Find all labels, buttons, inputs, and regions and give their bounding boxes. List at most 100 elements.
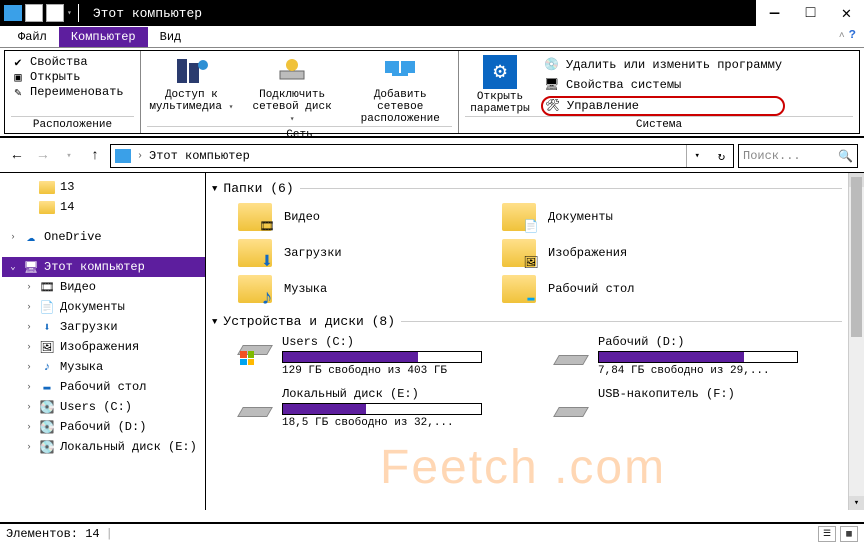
pc-icon: 🖥 (23, 259, 39, 275)
scroll-down-button[interactable]: ▾ (849, 496, 864, 510)
uninstall-program-button[interactable]: 💿 Удалить или изменить программу (541, 56, 785, 74)
desktop-icon: ▬ (522, 289, 540, 307)
tree-label: Этот компьютер (44, 260, 145, 274)
tab-computer[interactable]: Компьютер (59, 27, 148, 47)
properties-icon: ✔ (11, 55, 25, 69)
uninstall-icon: 💿 (544, 57, 560, 73)
drive-info: 7,84 ГБ свободно из 29,... (598, 365, 798, 377)
qat-button-2[interactable] (46, 4, 64, 22)
refresh-icon[interactable]: ↻ (714, 149, 729, 164)
add-network-location-button[interactable]: Добавить сетевое расположение (348, 55, 452, 126)
open-button[interactable]: ▣ Открыть (11, 70, 134, 84)
tree-item-drive-e[interactable]: ›💽Локальный диск (E:) (2, 437, 205, 457)
tree-item-thispc[interactable]: ⌄🖥Этот компьютер (2, 257, 205, 277)
tree-item-drive-c[interactable]: ›💽Users (C:) (2, 397, 205, 417)
status-items: Элементов: 14 (6, 527, 100, 541)
nav-forward-button[interactable]: → (32, 145, 54, 167)
tree-item-music[interactable]: ›♪Музыка (2, 357, 205, 377)
close-button[interactable]: ✕ (828, 0, 864, 26)
drive-icon (238, 387, 272, 417)
nav-tree: 13 14 ›☁OneDrive ⌄🖥Этот компьютер ›🎞Виде… (0, 173, 206, 510)
nav-up-button[interactable]: ↑ (84, 145, 106, 167)
system-properties-button[interactable]: 🖥 Свойства системы (541, 76, 785, 94)
tree-label: 14 (60, 200, 74, 214)
documents-icon: 📄 (39, 299, 55, 315)
view-icons-button[interactable]: ▦ (840, 526, 858, 542)
pc-icon (115, 149, 131, 163)
tree-label: OneDrive (44, 230, 102, 244)
tree-item-documents[interactable]: ›📄Документы (2, 297, 205, 317)
drive-icon (554, 335, 588, 365)
folder-music[interactable]: ♪Музыка (238, 274, 478, 304)
downloads-icon: ⬇ (39, 319, 55, 335)
tree-item-pictures[interactable]: ›🖼Изображения (2, 337, 205, 357)
rename-label: Переименовать (30, 85, 124, 99)
open-settings-label: Открыть параметры (465, 91, 535, 115)
minimize-button[interactable]: — (756, 0, 792, 26)
address-bar[interactable]: › Этот компьютер ▾ ↻ (110, 144, 734, 168)
manage-button[interactable]: 🛠 Управление (541, 96, 785, 116)
drive-d[interactable]: Рабочий (D:) 7,84 ГБ свободно из 29,... (554, 335, 844, 377)
folders-section-header[interactable]: ▼ Папки (6) (212, 181, 860, 196)
folder-label: Изображения (548, 246, 627, 260)
videos-icon: 🎞 (39, 279, 55, 295)
drive-e[interactable]: Локальный диск (E:) 18,5 ГБ свободно из … (238, 387, 528, 429)
rename-button[interactable]: ✎ Переименовать (11, 85, 134, 99)
folder-documents[interactable]: 📄Документы (502, 202, 742, 232)
multimedia-access-button[interactable]: Доступ к мультимедиа ▾ (147, 55, 236, 126)
tree-item-desktop[interactable]: ›▬Рабочий стол (2, 377, 205, 397)
tree-item-onedrive[interactable]: ›☁OneDrive (2, 227, 205, 247)
tree-item-13[interactable]: 13 (2, 177, 205, 197)
maximize-button[interactable]: □ (792, 0, 828, 26)
drive-icon: 💽 (39, 419, 55, 435)
gear-icon: ⚙ (483, 55, 517, 89)
tree-item-drive-d[interactable]: ›💽Рабочий (D:) (2, 417, 205, 437)
ribbon-help[interactable]: ˄? (839, 28, 856, 42)
map-drive-button[interactable]: Подключить сетевой диск ▾ (248, 55, 337, 126)
manage-label: Управление (567, 99, 639, 113)
drive-icon: 💽 (39, 439, 55, 455)
qat-button-1[interactable] (25, 4, 43, 22)
nav-recent-button[interactable]: ▾ (58, 145, 80, 167)
tree-label: 13 (60, 180, 74, 194)
usb-drive-icon (554, 387, 588, 417)
search-icon: 🔍 (838, 149, 853, 164)
desktop-icon: ▬ (39, 379, 55, 395)
ribbon-group-location: ✔ Свойства ▣ Открыть ✎ Переименовать Рас… (5, 51, 141, 133)
folder-desktop[interactable]: ▬Рабочий стол (502, 274, 742, 304)
properties-button[interactable]: ✔ Свойства (11, 55, 134, 69)
tab-view[interactable]: Вид (148, 27, 194, 47)
os-drive-icon (238, 335, 272, 365)
scroll-thumb[interactable] (851, 177, 862, 337)
map-drive-icon (274, 55, 310, 87)
tab-file[interactable]: Файл (6, 27, 59, 47)
open-settings-button[interactable]: ⚙ Открыть параметры (465, 55, 535, 116)
open-label: Открыть (30, 70, 80, 84)
tree-item-14[interactable]: 14 (2, 197, 205, 217)
scrollbar[interactable]: ▴ ▾ (848, 173, 864, 510)
drives-section-header[interactable]: ▼ Устройства и диски (8) (212, 314, 860, 329)
app-icon (4, 5, 22, 21)
drive-f[interactable]: USB-накопитель (F:) (554, 387, 844, 429)
tree-item-videos[interactable]: ›🎞Видео (2, 277, 205, 297)
ribbon-group-network: Доступ к мультимедиа ▾ Подключить сетево… (141, 51, 459, 133)
tree-item-downloads[interactable]: ›⬇Загрузки (2, 317, 205, 337)
view-details-button[interactable]: ☰ (818, 526, 836, 542)
manage-icon: 🛠 (545, 98, 561, 114)
folder-downloads[interactable]: ⬇Загрузки (238, 238, 478, 268)
drive-label: Users (C:) (282, 335, 482, 349)
add-location-label: Добавить сетевое расположение (348, 89, 452, 125)
nav-back-button[interactable]: ← (6, 145, 28, 167)
drive-label: Локальный диск (E:) (282, 387, 482, 401)
folder-pictures[interactable]: 🖼Изображения (502, 238, 742, 268)
collapse-icon: ▼ (212, 317, 217, 327)
folder-videos[interactable]: 🎞Видео (238, 202, 478, 232)
tree-label: Видео (60, 280, 96, 294)
folder-label: Документы (548, 210, 613, 224)
search-input[interactable]: Поиск... 🔍 (738, 144, 858, 168)
drive-c[interactable]: Users (C:) 129 ГБ свободно из 403 ГБ (238, 335, 528, 377)
folder-label: Музыка (284, 282, 327, 296)
group-label-network: Сеть (147, 126, 452, 143)
properties-label: Свойства (30, 55, 88, 69)
refresh-button[interactable]: ▾ (686, 145, 708, 167)
